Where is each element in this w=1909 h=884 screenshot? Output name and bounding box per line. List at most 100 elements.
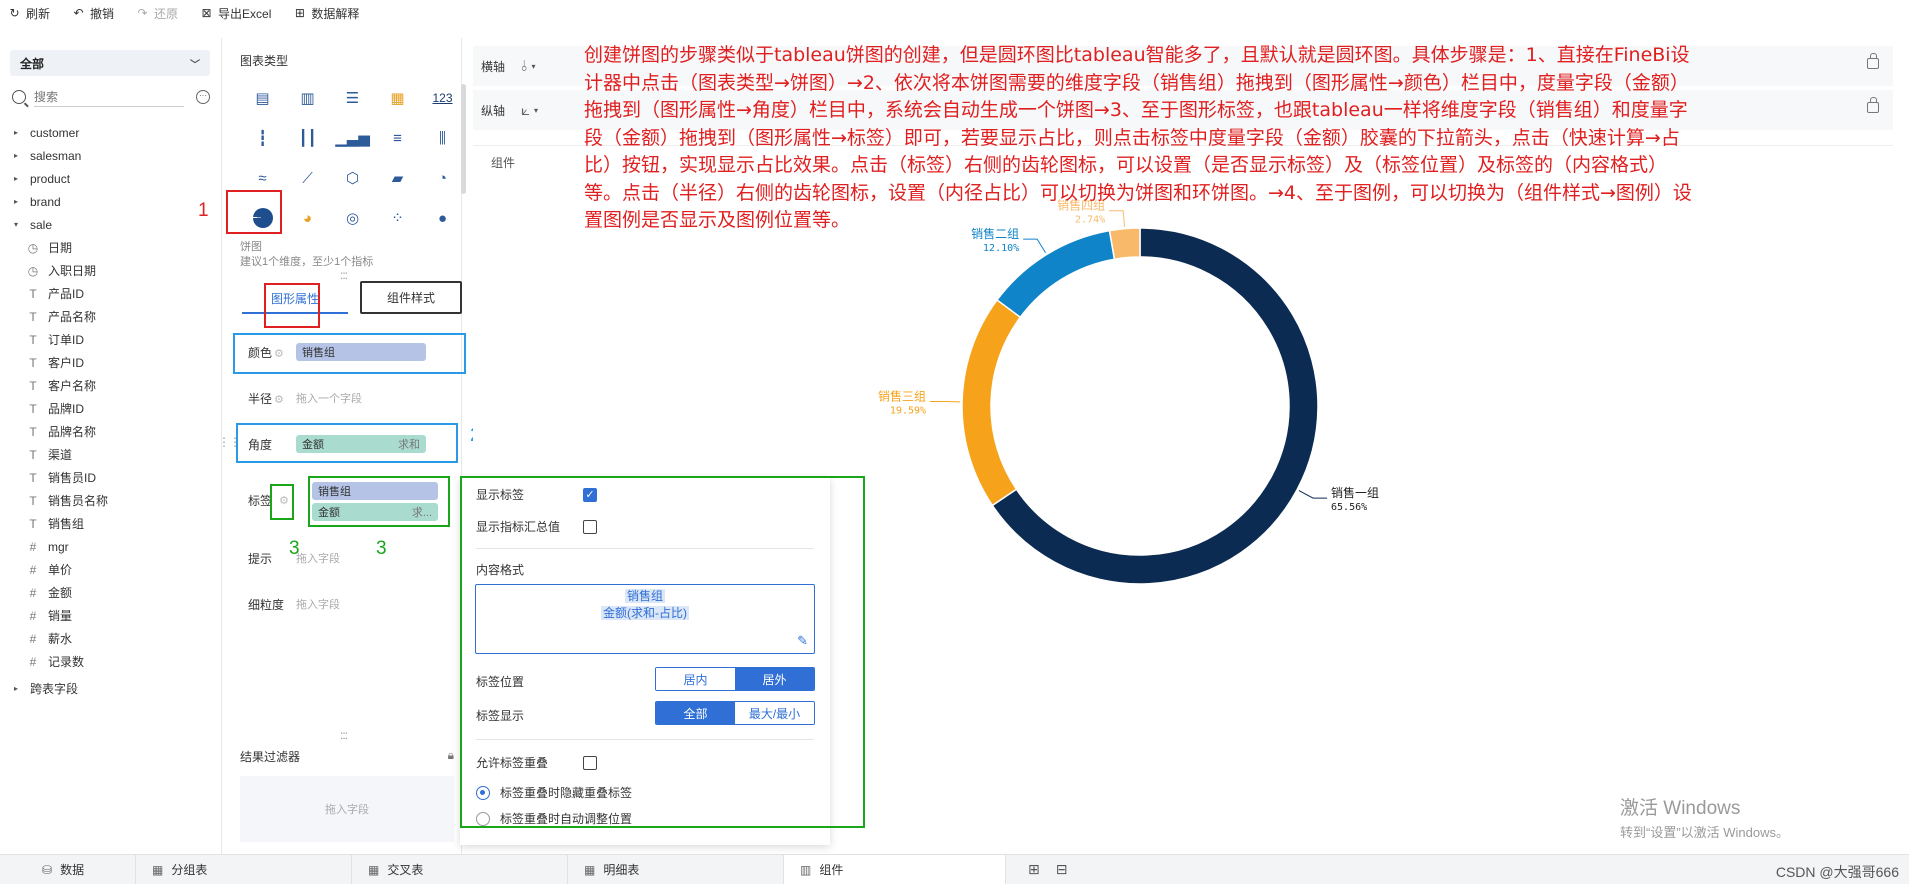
field-folder-brand[interactable]: ▸ brand bbox=[14, 190, 214, 213]
field-item[interactable]: T 订单ID bbox=[14, 328, 214, 351]
overlap-hide-radio[interactable] bbox=[476, 785, 490, 800]
field-item[interactable]: T 渠道 bbox=[14, 443, 214, 466]
data-explain-button[interactable]: ⊞ 数据解释 bbox=[293, 5, 360, 22]
field-item[interactable]: # 薪水 bbox=[14, 627, 214, 650]
chart-type-hbar-icon[interactable]: ≡ bbox=[375, 118, 420, 158]
grain-drop-zone[interactable]: 拖入字段 bbox=[296, 596, 340, 612]
chart-type-range-bar-icon[interactable]: ⫼ bbox=[420, 118, 465, 158]
tab-detail-table[interactable]: ▦ 明细表 bbox=[568, 854, 784, 884]
x-axis-chart-icon[interactable]: ⫰ bbox=[521, 58, 528, 75]
field-item[interactable]: T 产品ID bbox=[14, 282, 214, 305]
field-item[interactable]: # 单价 bbox=[14, 558, 214, 581]
field-item[interactable]: T 品牌名称 bbox=[14, 420, 214, 443]
redo-button[interactable]: ↷ 还原 bbox=[136, 5, 179, 22]
display-all-button[interactable]: 全部 bbox=[656, 702, 735, 724]
pencil-icon[interactable]: ✎ bbox=[797, 633, 808, 649]
excel-icon: ⊠ bbox=[201, 6, 212, 20]
field-folder-cross-table[interactable]: ▸ 跨表字段 bbox=[14, 677, 214, 700]
pie-selected-highlight bbox=[226, 190, 282, 234]
chart-type-kpi-icon[interactable]: 123 bbox=[420, 78, 465, 118]
caret-down-icon: ▾ bbox=[14, 220, 19, 229]
tab-component[interactable]: ▥ 组件 bbox=[784, 854, 1006, 884]
attr-radius-label: 半径 ⚙ bbox=[248, 391, 284, 406]
donut-slice-3[interactable] bbox=[961, 298, 1022, 507]
field-folder-customer[interactable]: ▸ customer bbox=[14, 121, 214, 144]
field-item[interactable]: ◷ 日期 bbox=[14, 236, 214, 259]
chart-type-bar-icon[interactable]: ▁▃▅ bbox=[330, 118, 375, 158]
field-scope-select[interactable]: 全部 ﹀ bbox=[10, 50, 210, 76]
tab-cross-table[interactable]: ▦ 交叉表 bbox=[352, 854, 568, 884]
lock-icon[interactable]: 🔒︎ bbox=[448, 748, 454, 765]
date-field-icon: ◷ bbox=[27, 263, 39, 278]
show-label-row: 显示标签 ✓ bbox=[476, 486, 597, 503]
tab-component-style[interactable]: 组件样式 bbox=[360, 281, 462, 314]
dropdown-arrow-icon[interactable]: ▾ bbox=[532, 62, 536, 71]
add-dashboard-icon[interactable]: ⊟ bbox=[1056, 861, 1068, 878]
field-item[interactable]: T 品牌ID bbox=[14, 397, 214, 420]
overlap-adjust-radio[interactable] bbox=[476, 811, 490, 826]
undo-button[interactable]: ↶ 撤销 bbox=[72, 5, 114, 22]
caret-right-icon: ▸ bbox=[14, 174, 19, 183]
field-item[interactable]: T 销售员名称 bbox=[14, 489, 214, 512]
field-folder-product[interactable]: ▸ product bbox=[14, 167, 214, 190]
chart-type-group-table-icon[interactable]: ▥ bbox=[285, 78, 330, 118]
chart-type-detail-table-icon[interactable]: ☰ bbox=[330, 78, 375, 118]
lock-icon[interactable] bbox=[1867, 97, 1879, 113]
allow-overlap-checkbox[interactable] bbox=[583, 755, 597, 770]
chart-type-treemap-icon[interactable]: ▦ bbox=[375, 78, 420, 118]
text-field-icon: T bbox=[29, 401, 37, 416]
show-total-checkbox[interactable] bbox=[583, 519, 597, 534]
chart-type-table-icon[interactable]: ▤ bbox=[240, 78, 285, 118]
chart-type-gauge-icon[interactable]: ◔ bbox=[420, 158, 465, 198]
show-label-checkbox[interactable]: ✓ bbox=[583, 487, 597, 502]
result-filter-drop-zone[interactable]: 拖入字段 bbox=[240, 776, 454, 842]
filter-resize-handle[interactable]: ::: bbox=[340, 728, 348, 742]
field-item[interactable]: T 客户ID bbox=[14, 351, 214, 374]
add-component-icon[interactable]: ⊞ bbox=[1028, 861, 1040, 878]
position-inside-button[interactable]: 居内 bbox=[656, 668, 735, 690]
chart-type-sunburst-icon[interactable]: ◎ bbox=[330, 198, 375, 238]
y-axis-chart-icon[interactable]: ⟀ bbox=[521, 102, 530, 119]
chart-type-area-icon[interactable]: ▰ bbox=[375, 158, 420, 198]
more-icon[interactable]: ··· bbox=[196, 90, 210, 104]
chart-type-grouped-bar-icon[interactable]: ┃┃ bbox=[285, 118, 330, 158]
allow-overlap-row: 允许标签重叠 bbox=[476, 754, 597, 771]
overlap-hide-option[interactable]: 标签重叠时隐藏重叠标签 bbox=[476, 784, 632, 801]
content-format-editor[interactable]: 销售组 金额(求和-占比) ✎ bbox=[475, 584, 815, 654]
lock-icon[interactable] bbox=[1867, 53, 1879, 69]
chart-type-stacked-bar-icon[interactable]: ┇ bbox=[240, 118, 285, 158]
position-outside-button[interactable]: 居外 bbox=[735, 668, 814, 690]
gear-icon[interactable]: ⚙ bbox=[274, 394, 284, 406]
export-excel-button[interactable]: ⊠ 导出Excel bbox=[200, 5, 272, 22]
tab-group-table[interactable]: ▦ 分组表 bbox=[136, 854, 352, 884]
field-item[interactable]: T 销售组 bbox=[14, 512, 214, 535]
search-input[interactable] bbox=[34, 87, 184, 107]
field-item[interactable]: # mgr bbox=[14, 535, 214, 558]
chart-type-scatter-icon[interactable]: ⁘ bbox=[375, 198, 420, 238]
chart-type-scrollbar[interactable] bbox=[461, 84, 466, 194]
radius-drop-zone[interactable]: 拖入一个字段 bbox=[296, 390, 362, 406]
field-item[interactable]: # 记录数 bbox=[14, 650, 214, 673]
panel-resize-handle[interactable]: ::: bbox=[340, 268, 348, 282]
field-item[interactable]: T 销售员ID bbox=[14, 466, 214, 489]
field-name: 客户ID bbox=[48, 356, 85, 370]
field-item[interactable]: # 金额 bbox=[14, 581, 214, 604]
display-maxmin-button[interactable]: 最大/最小 bbox=[735, 702, 814, 724]
field-item[interactable]: # 销量 bbox=[14, 604, 214, 627]
chart-type-radar-icon[interactable]: ⬡ bbox=[330, 158, 375, 198]
tab-data[interactable]: ⛁ 数据 bbox=[0, 854, 136, 884]
field-item[interactable]: T 客户名称 bbox=[14, 374, 214, 397]
chart-type-combo-icon[interactable]: ⟋ bbox=[285, 158, 330, 198]
refresh-button[interactable]: ↻ 刷新 bbox=[8, 5, 50, 22]
dropdown-arrow-icon[interactable]: ▾ bbox=[534, 106, 538, 115]
chart-type-bubble-icon[interactable]: ● bbox=[420, 198, 465, 238]
tip-drop-zone[interactable]: 拖入字段 bbox=[296, 550, 340, 566]
overlap-adjust-option[interactable]: 标签重叠时自动调整位置 bbox=[476, 810, 632, 827]
field-folder-sale[interactable]: ▾ sale bbox=[14, 213, 214, 236]
field-item[interactable]: ◷ 入职日期 bbox=[14, 259, 214, 282]
caret-right-icon: ▸ bbox=[14, 128, 19, 137]
attr-tip-row: 提示 拖入字段 bbox=[240, 540, 454, 576]
field-folder-salesman[interactable]: ▸ salesman bbox=[14, 144, 214, 167]
field-item[interactable]: T 产品名称 bbox=[14, 305, 214, 328]
chart-type-rose-icon[interactable]: ◕ bbox=[285, 198, 330, 238]
